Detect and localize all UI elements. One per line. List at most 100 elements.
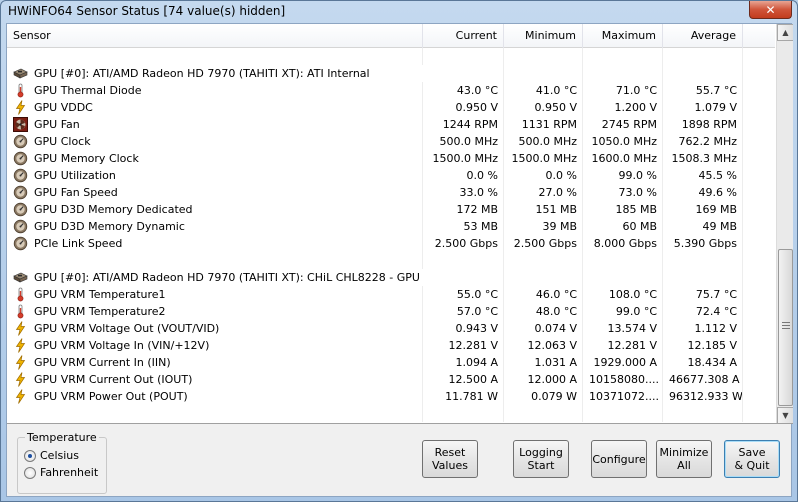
sensor-minimum-value: 1500.0 MHz (504, 150, 583, 167)
thermometer-icon (13, 287, 28, 302)
title-bar[interactable]: HWiNFO64 Sensor Status [74 value(s) hidd… (1, 1, 797, 23)
column-header-average[interactable]: Average (663, 24, 743, 48)
sensor-name: GPU VRM Current Out (IOUT) (34, 373, 193, 386)
scroll-down-arrow-icon[interactable]: ▼ (777, 407, 793, 423)
sensor-row[interactable]: GPU Fan Speed 33.0 % 27.0 % 73.0 % 49.6 % (7, 184, 775, 201)
sensor-row[interactable]: PCIe Link Speed 2.500 Gbps 2.500 Gbps 8.000… (7, 235, 775, 252)
sensor-average-value: 49.6 % (663, 184, 743, 201)
radio-celsius[interactable]: Celsius (24, 449, 79, 462)
scrollbar-thumb[interactable] (778, 249, 793, 406)
sensor-average-value: 1.112 V (663, 320, 743, 337)
column-header-current[interactable]: Current (423, 24, 504, 48)
sensor-name: GPU VRM Voltage In (VIN/+12V) (34, 339, 210, 352)
sensor-group-row[interactable]: GPU [#0]: ATI/AMD Radeon HD 7970 (TAHITI… (7, 65, 775, 82)
sensor-row[interactable]: GPU D3D Memory Dynamic 53 MB 39 MB 60 MB 49 … (7, 218, 775, 235)
sensor-name: GPU VRM Temperature2 (34, 305, 166, 318)
blank-cell (504, 48, 583, 65)
lightning-icon (13, 355, 28, 370)
radio-celsius-label[interactable]: Celsius (40, 449, 79, 462)
sensor-row[interactable]: GPU Clock 500.0 MHz 500.0 MHz 1050.0 MHz 762… (7, 133, 775, 150)
sensor-name: GPU D3D Memory Dedicated (34, 203, 193, 216)
sensor-row[interactable]: GPU VRM Voltage In (VIN/+12V) 12.281 V 12.… (7, 337, 775, 354)
column-header-sensor[interactable]: Sensor (7, 24, 423, 48)
radio-fahrenheit[interactable]: Fahrenheit (24, 466, 98, 479)
sensor-current-value: 33.0 % (423, 184, 504, 201)
sensor-average-value: 12.185 V (663, 337, 743, 354)
sensor-row[interactable]: GPU VDDC 0.950 V 0.950 V 1.200 V 1.079 V (7, 99, 775, 116)
minimize-all-button[interactable]: Minimize All (656, 440, 712, 478)
blank-cell (423, 252, 504, 269)
sensor-current-value: 172 MB (423, 201, 504, 218)
list-header: Sensor Current Minimum Maximum Average (7, 24, 775, 48)
blank-cell (663, 65, 743, 82)
sensor-name: GPU Memory Clock (34, 152, 139, 165)
sensor-row[interactable]: GPU VRM Current In (IIN) 1.094 A 1.031 A 19… (7, 354, 775, 371)
sensor-row[interactable]: GPU Memory Clock 1500.0 MHz 1500.0 MHz 1600… (7, 150, 775, 167)
sensor-maximum-value: 185 MB (583, 201, 663, 218)
sensor-rows: GPU [#0]: ATI/AMD Radeon HD 7970 (TAHITI… (7, 48, 775, 422)
sensor-row[interactable]: GPU VRM Current Out (IOUT) 12.500 A 12.000… (7, 371, 775, 388)
sensor-maximum-value: 1.200 V (583, 99, 663, 116)
sensor-current-value: 0.950 V (423, 99, 504, 116)
sensor-name-cell: GPU Fan Speed (7, 184, 423, 201)
radio-fahrenheit-label[interactable]: Fahrenheit (40, 466, 98, 479)
logging-start-button[interactable]: Logging Start (513, 440, 569, 478)
blank-cell (504, 65, 583, 82)
sensor-minimum-value: 0.074 V (504, 320, 583, 337)
sensor-minimum-value: 2.500 Gbps (504, 235, 583, 252)
sensor-name-cell: GPU D3D Memory Dedicated (7, 201, 423, 218)
sensor-row[interactable]: GPU Utilization 0.0 % 0.0 % 99.0 % 45.5 % (7, 167, 775, 184)
sensor-maximum-value: 2745 RPM (583, 116, 663, 133)
sensor-minimum-value: 1131 RPM (504, 116, 583, 133)
sensor-maximum-value: 10371072.... (583, 388, 663, 405)
lightning-icon (13, 338, 28, 353)
radio-celsius-indicator[interactable] (24, 449, 36, 462)
gpu-chip-icon (13, 66, 28, 81)
sensor-minimum-value: 27.0 % (504, 184, 583, 201)
sensor-current-value: 500.0 MHz (423, 133, 504, 150)
sensor-name-cell: GPU VRM Voltage Out (VOUT/VID) (7, 320, 423, 337)
save-quit-button[interactable]: Save & Quit (724, 440, 780, 478)
sensor-name-cell: PCIe Link Speed (7, 235, 423, 252)
sensor-minimum-value: 41.0 °C (504, 82, 583, 99)
thermometer-icon (13, 304, 28, 319)
sensor-row[interactable]: GPU VRM Voltage Out (VOUT/VID) 0.943 V 0.0… (7, 320, 775, 337)
sensor-average-value: 762.2 MHz (663, 133, 743, 150)
configure-button[interactable]: Configure (591, 440, 647, 478)
radio-fahrenheit-indicator[interactable] (24, 466, 36, 479)
sensor-average-value: 49 MB (663, 218, 743, 235)
blank-cell (423, 405, 504, 422)
blank-cell (423, 269, 504, 286)
close-button[interactable]: ✕ (749, 1, 792, 19)
sensor-current-value: 1500.0 MHz (423, 150, 504, 167)
gauge-icon (13, 134, 28, 149)
sensor-row[interactable]: GPU VRM Temperature1 55.0 °C 46.0 °C 108.0 … (7, 286, 775, 303)
sensor-maximum-value: 13.574 V (583, 320, 663, 337)
sensor-list[interactable]: Sensor Current Minimum Maximum Average G… (7, 24, 793, 424)
sensor-row[interactable]: GPU Thermal Diode 43.0 °C 41.0 °C 71.0 °C 55… (7, 82, 775, 99)
sensor-name: GPU VRM Temperature1 (34, 288, 166, 301)
sensor-group-row[interactable]: GPU [#0]: ATI/AMD Radeon HD 7970 (TAHITI… (7, 269, 775, 286)
column-header-maximum[interactable]: Maximum (583, 24, 663, 48)
vertical-scrollbar[interactable]: ▲ ▼ (776, 24, 793, 423)
sensor-row[interactable]: GPU VRM Temperature2 57.0 °C 48.0 °C 99.0 °… (7, 303, 775, 320)
sensor-status-window: HWiNFO64 Sensor Status [74 value(s) hidd… (0, 0, 798, 502)
blank-cell (423, 48, 504, 65)
gauge-icon (13, 185, 28, 200)
reset-values-button[interactable]: Reset Values (422, 440, 478, 478)
scroll-up-arrow-icon[interactable]: ▲ (777, 24, 793, 41)
sensor-row[interactable]: GPU Fan 1244 RPM 1131 RPM 2745 RPM 1898 RPM (7, 116, 775, 133)
sensor-row[interactable]: GPU VRM Power Out (POUT) 11.781 W 0.079 W1… (7, 388, 775, 405)
lightning-icon (13, 372, 28, 387)
sensor-row[interactable]: GPU D3D Memory Dedicated 172 MB 151 MB 185 … (7, 201, 775, 218)
gauge-icon (13, 236, 28, 251)
sensor-minimum-value: 48.0 °C (504, 303, 583, 320)
column-header-minimum[interactable]: Minimum (504, 24, 583, 48)
sensor-current-value: 1.094 A (423, 354, 504, 371)
sensor-average-value: 5.390 Gbps (663, 235, 743, 252)
sensor-minimum-value: 46.0 °C (504, 286, 583, 303)
sensor-name: GPU Clock (34, 135, 91, 148)
sensor-current-value: 43.0 °C (423, 82, 504, 99)
sensor-name-cell: GPU VRM Power Out (POUT) (7, 388, 423, 405)
blank-cell (583, 269, 663, 286)
